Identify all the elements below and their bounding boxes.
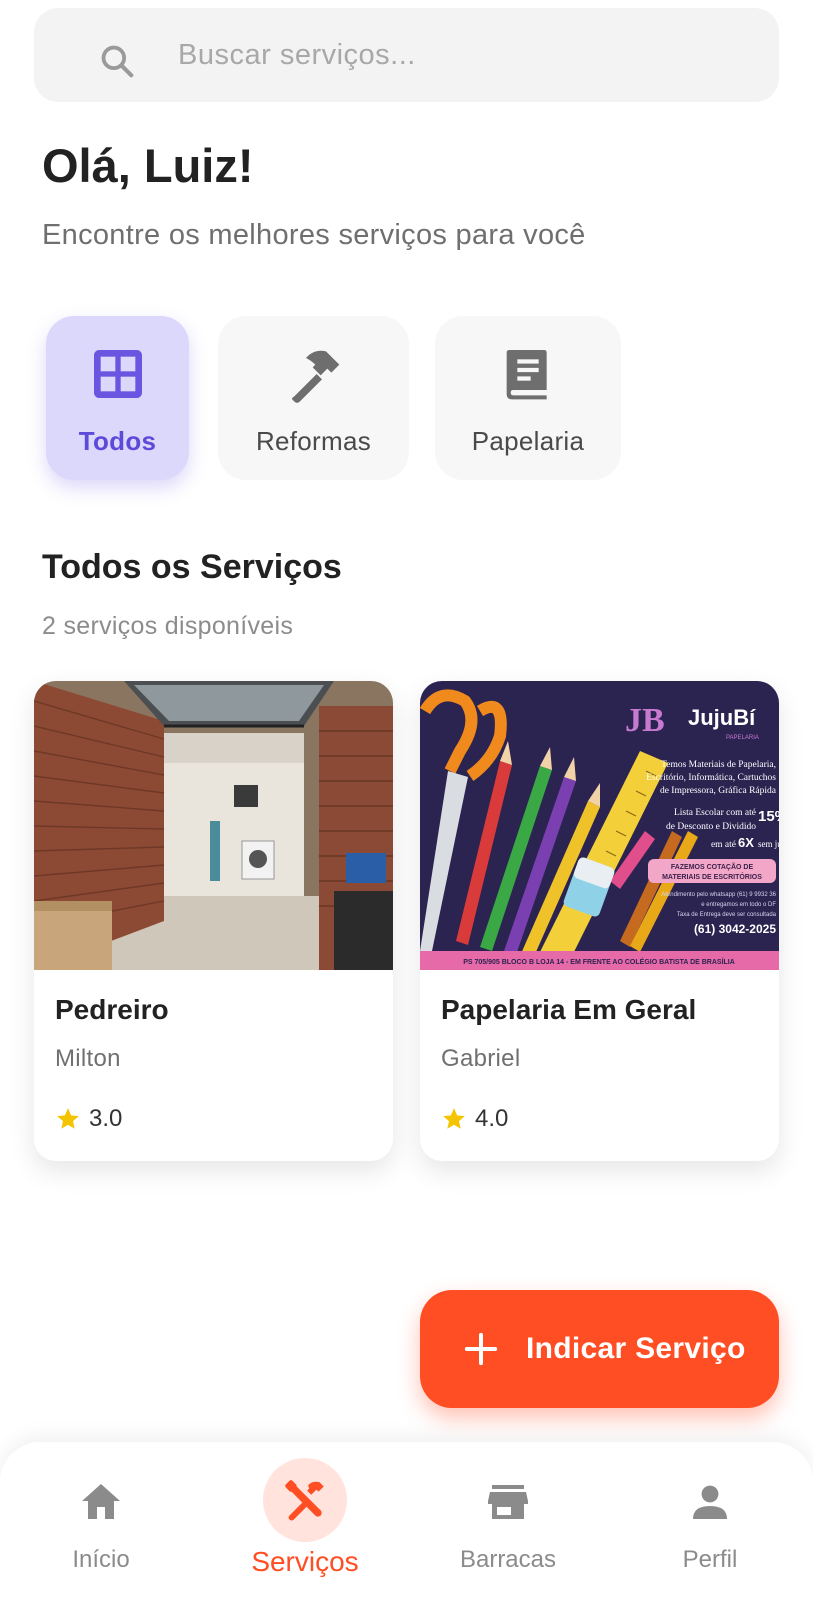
- svg-text:MATERIAIS DE ESCRITÓRIOS: MATERIAIS DE ESCRITÓRIOS: [662, 872, 762, 881]
- category-label: Papelaria: [471, 426, 585, 456]
- search-icon: [101, 45, 134, 78]
- svg-text:Atendimento pelo whatsapp (61): Atendimento pelo whatsapp (61) 9 9932 36: [661, 892, 776, 898]
- service-card-papelaria[interactable]: JB JujuBí PAPELARIA Temos Materiais de P…: [420, 681, 779, 1161]
- greeting-title: Olá, Luiz!: [42, 139, 254, 192]
- svg-text:Temos Materiais de Papelaria,: Temos Materiais de Papelaria,: [661, 760, 776, 770]
- svg-text:PS 705/905 BLOCO B LOJA 14 - E: PS 705/905 BLOCO B LOJA 14 - EM FRENTE A…: [463, 957, 735, 966]
- service-owner: Milton: [55, 1045, 121, 1072]
- section-title: Todos os Serviços: [42, 548, 342, 586]
- home-icon: [82, 1484, 120, 1519]
- nav-item-perfil[interactable]: Perfil: [660, 1442, 760, 1600]
- svg-text:de Impressora, Gráfica Rápida: de Impressora, Gráfica Rápida: [660, 785, 777, 796]
- nav-label: Perfil: [682, 1546, 738, 1573]
- indicate-service-button[interactable]: Indicar Serviço: [420, 1290, 779, 1408]
- service-title: Pedreiro: [55, 994, 169, 1025]
- greeting-subtitle: Encontre os melhores serviços para você: [42, 219, 586, 251]
- svg-text:de Desconto e Dividido: de Desconto e Dividido: [666, 822, 756, 832]
- svg-text:15%: 15%: [758, 808, 779, 825]
- svg-text:em até: em até: [711, 840, 736, 850]
- hammer-icon: [291, 350, 339, 403]
- service-image: JB JujuBí PAPELARIA Temos Materiais de P…: [420, 681, 779, 970]
- nav-item-inicio[interactable]: Início: [48, 1442, 154, 1600]
- svg-text:FAZEMOS COTAÇÃO DE: FAZEMOS COTAÇÃO DE: [671, 862, 754, 871]
- service-image: [34, 681, 393, 970]
- nav-label: Início: [72, 1546, 130, 1573]
- service-owner: Gabriel: [441, 1045, 521, 1072]
- section-count: 2 serviços disponíveis: [42, 612, 294, 640]
- svg-text:Escritório, Informática, Cartu: Escritório, Informática, Cartuchos: [646, 772, 776, 783]
- svg-text:JB: JB: [625, 702, 665, 739]
- star-icon: [443, 1108, 465, 1129]
- nav-item-servicos[interactable]: Serviços: [230, 1442, 380, 1600]
- star-icon: [57, 1108, 79, 1129]
- svg-text:PAPELARIA: PAPELARIA: [726, 735, 759, 741]
- indicate-service-label: Indicar Serviço: [526, 1332, 746, 1365]
- svg-text:sem juros: sem juros: [758, 839, 779, 849]
- svg-text:6X: 6X: [738, 835, 754, 850]
- nav-label: Barracas: [459, 1546, 557, 1573]
- store-icon: [488, 1485, 528, 1519]
- nav-label: Serviços: [251, 1546, 359, 1577]
- svg-text:e entregamos em todo o DF: e entregamos em todo o DF: [701, 902, 776, 908]
- category-papelaria[interactable]: Papelaria: [435, 316, 621, 480]
- person-icon: [693, 1485, 727, 1519]
- bottom-nav: Início Serviços Barracas Perfil: [0, 1442, 813, 1600]
- service-rating: 3.0: [55, 1105, 122, 1133]
- nav-active-indicator: [263, 1458, 347, 1542]
- service-title: Papelaria Em Geral: [441, 994, 697, 1025]
- svg-text:Lista Escolar com até: Lista Escolar com até: [674, 808, 756, 818]
- tools-icon: [285, 1480, 324, 1521]
- category-todos[interactable]: Todos: [46, 316, 189, 480]
- rating-value: 4.0: [475, 1105, 509, 1132]
- nav-item-barracas[interactable]: Barracas: [448, 1442, 568, 1600]
- svg-text:(61) 3042-2025: (61) 3042-2025: [694, 922, 776, 936]
- search-input[interactable]: [178, 30, 758, 80]
- category-reformas[interactable]: Reformas: [218, 316, 409, 480]
- svg-text:Taxa de Entrega deve ser consu: Taxa de Entrega deve ser consultada: [677, 912, 777, 918]
- category-label: Reformas: [255, 426, 372, 456]
- book-icon: [506, 350, 547, 400]
- service-card-pedreiro[interactable]: Pedreiro Milton 3.0: [34, 681, 393, 1161]
- svg-text:JujuBí: JujuBí: [688, 705, 756, 730]
- category-label: Todos: [78, 426, 157, 456]
- service-rating: 4.0: [441, 1105, 508, 1133]
- search-bar[interactable]: [34, 8, 779, 102]
- plus-icon: [464, 1332, 498, 1366]
- grid-icon: [93, 350, 142, 398]
- rating-value: 3.0: [89, 1105, 123, 1132]
